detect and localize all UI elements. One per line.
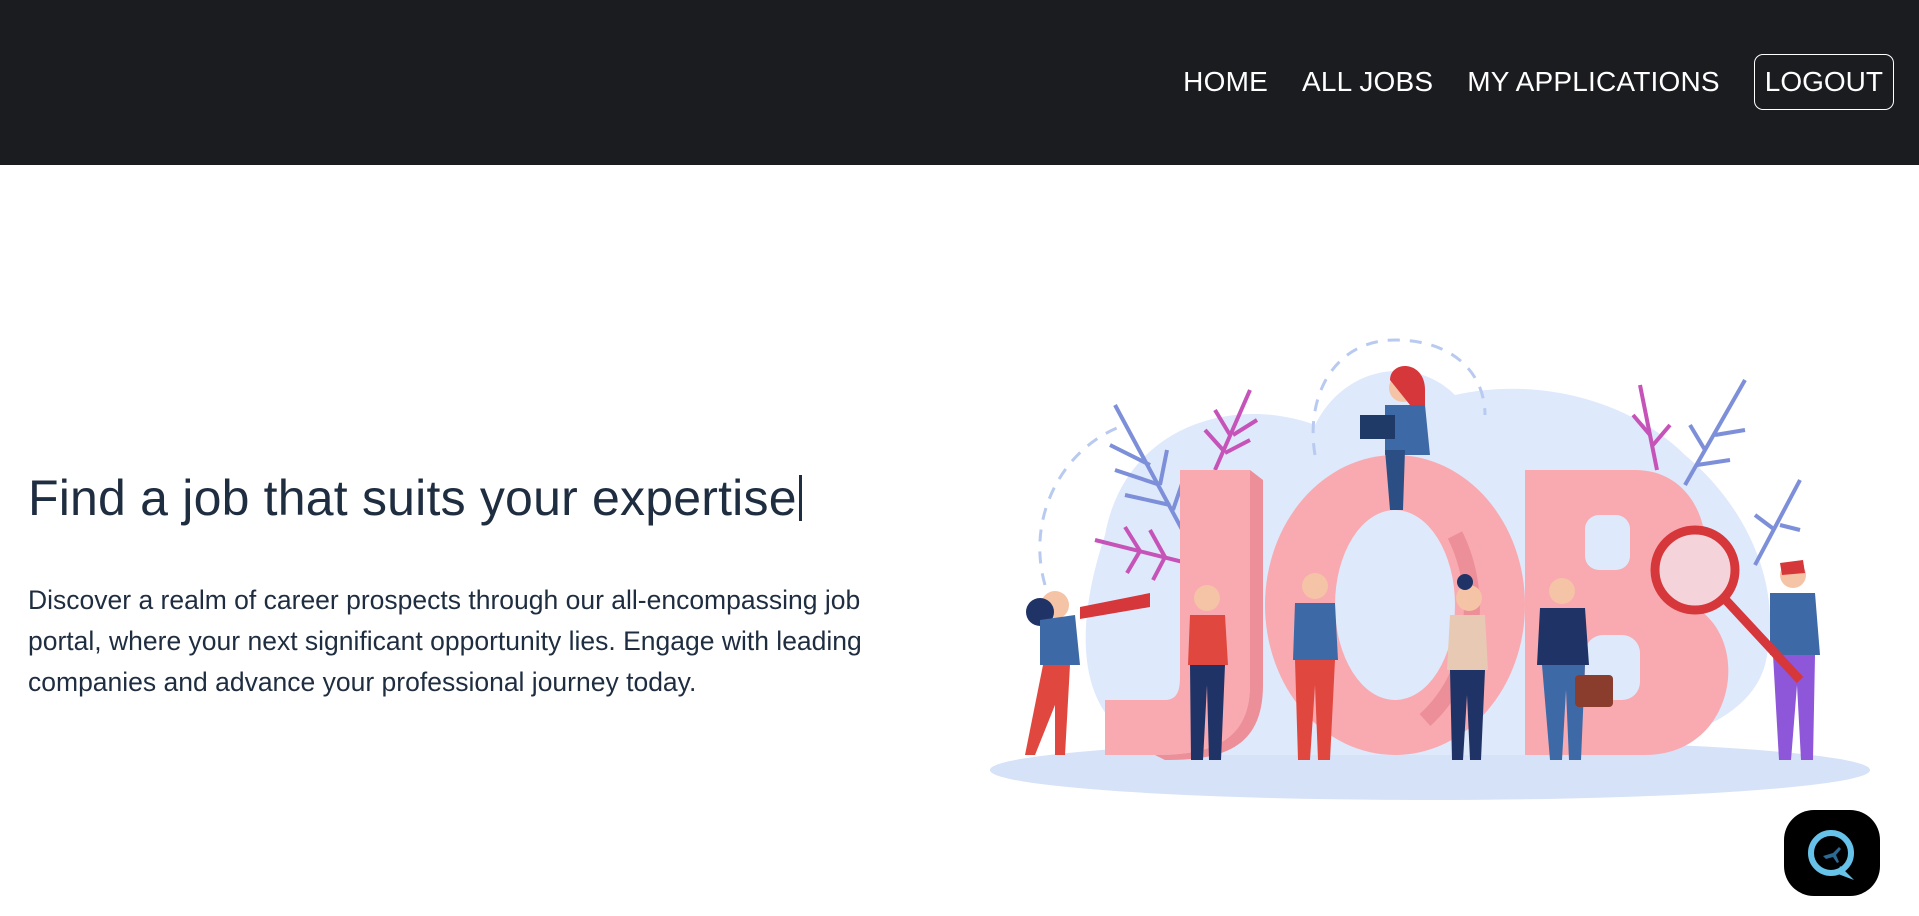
top-navbar: HOME ALL JOBS MY APPLICATIONS LOGOUT <box>0 0 1919 165</box>
logout-button[interactable]: LOGOUT <box>1753 54 1894 110</box>
nav-home[interactable]: HOME <box>1183 66 1268 98</box>
typing-cursor <box>798 475 802 521</box>
job-illustration <box>990 338 1870 800</box>
chat-bubble-icon <box>1808 830 1854 880</box>
hero-section: Find a job that suits your expertise Dis… <box>28 462 898 703</box>
chat-widget-button[interactable] <box>1784 810 1880 896</box>
nav-my-applications[interactable]: MY APPLICATIONS <box>1467 66 1719 98</box>
hero-headline-text: Find a job that suits your expertise <box>28 470 797 526</box>
hero-description: Discover a realm of career prospects thr… <box>28 585 862 697</box>
hero-headline: Find a job that suits your expertise <box>28 462 898 534</box>
main-nav: HOME ALL JOBS MY APPLICATIONS LOGOUT <box>1149 54 1894 110</box>
nav-all-jobs[interactable]: ALL JOBS <box>1302 66 1433 98</box>
